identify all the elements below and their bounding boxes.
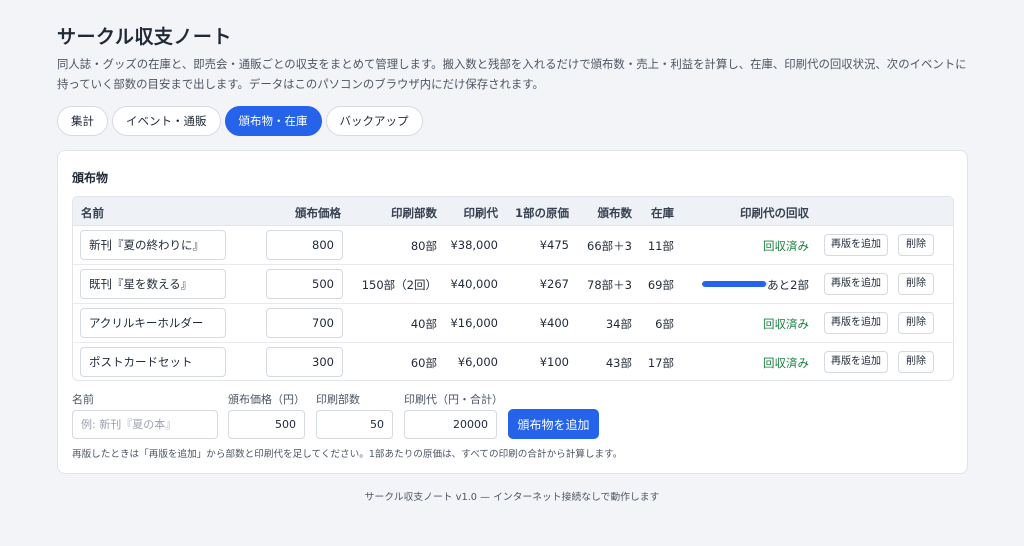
new-printed-label: 印刷部数 bbox=[316, 393, 360, 406]
print-cost: ¥38,000 bbox=[450, 238, 498, 252]
item-name-field[interactable]: アクリルキーホルダー bbox=[80, 308, 226, 338]
recovery-status: あと2部 bbox=[767, 278, 809, 292]
app-title: サークル収支ノート bbox=[57, 26, 232, 48]
table-row: 既刊『星を数える』 150部（2回） ¥40,000 ¥267 78部＋3 69… bbox=[73, 265, 953, 304]
delete-button[interactable]: 削除 bbox=[898, 234, 934, 256]
unit-cost: ¥400 bbox=[539, 316, 569, 330]
header-name: 名前 bbox=[81, 206, 104, 220]
delete-button[interactable]: 削除 bbox=[898, 312, 934, 334]
new-name-label: 名前 bbox=[72, 393, 94, 406]
tab-items-stock[interactable]: 頒布物・在庫 bbox=[224, 106, 322, 136]
new-print-cost-label: 印刷代（円・合計） bbox=[404, 393, 503, 406]
recovery-status: 回収済み bbox=[763, 239, 809, 253]
header-printed: 印刷部数 bbox=[391, 206, 437, 220]
item-price-field[interactable] bbox=[266, 230, 343, 260]
tab-events[interactable]: イベント・通販 bbox=[112, 106, 221, 136]
new-name-input[interactable] bbox=[72, 410, 218, 439]
new-price-input[interactable] bbox=[228, 410, 305, 439]
new-print-cost-input[interactable] bbox=[404, 410, 497, 439]
printed-count: 40部 bbox=[410, 317, 437, 331]
printed-count: 150部（2回） bbox=[361, 278, 437, 292]
section-title: 頒布物 bbox=[72, 171, 109, 185]
item-name-field[interactable]: ポストカードセット bbox=[80, 347, 226, 377]
items-table: 名前 頒布価格 印刷部数 印刷代 1部の原価 頒布数 在庫 印刷代の回収 新刊『… bbox=[72, 196, 954, 381]
unit-cost: ¥475 bbox=[539, 238, 569, 252]
printed-count: 80部 bbox=[410, 239, 437, 253]
delete-button[interactable]: 削除 bbox=[898, 273, 934, 295]
distributed-count: 43部 bbox=[605, 356, 632, 370]
item-name-field[interactable]: 既刊『星を数える』 bbox=[80, 269, 226, 299]
stock-count: 6部 bbox=[655, 317, 674, 331]
table-header: 名前 頒布価格 印刷部数 印刷代 1部の原価 頒布数 在庫 印刷代の回収 bbox=[73, 197, 953, 226]
table-row: ポストカードセット 60部 ¥6,000 ¥100 43部 17部 回収済み 再… bbox=[73, 343, 953, 380]
item-price-field[interactable] bbox=[266, 269, 343, 299]
recovery-progress-bar bbox=[702, 281, 768, 287]
tab-summary[interactable]: 集計 bbox=[57, 106, 108, 136]
distributed-count: 66部＋3 bbox=[587, 239, 632, 253]
distributed-count: 34部 bbox=[605, 317, 632, 331]
unit-cost: ¥267 bbox=[539, 277, 569, 291]
new-printed-input[interactable] bbox=[316, 410, 393, 439]
recovery-progress-fill bbox=[702, 281, 767, 287]
add-reprint-button[interactable]: 再版を追加 bbox=[824, 273, 888, 295]
footer: サークル収支ノート v1.0 — インターネット接続なしで動作します bbox=[364, 492, 660, 503]
reprint-note: 再版したときは「再版を追加」から部数と印刷代を足してください。1部あたりの原価は… bbox=[72, 449, 623, 460]
items-card: 頒布物 名前 頒布価格 印刷部数 印刷代 1部の原価 頒布数 在庫 印刷代の回収… bbox=[57, 150, 968, 474]
distributed-count: 78部＋3 bbox=[587, 278, 632, 292]
tab-bar: 集計 イベント・通販 頒布物・在庫 バックアップ bbox=[57, 106, 423, 136]
add-reprint-button[interactable]: 再版を追加 bbox=[824, 351, 888, 373]
header-distributed: 頒布数 bbox=[597, 206, 633, 220]
header-recovery: 印刷代の回収 bbox=[740, 206, 809, 220]
add-reprint-button[interactable]: 再版を追加 bbox=[824, 234, 888, 256]
printed-count: 60部 bbox=[410, 356, 437, 370]
stock-count: 17部 bbox=[647, 356, 674, 370]
recovery-status: 回収済み bbox=[763, 356, 809, 370]
table-row: アクリルキーホルダー 40部 ¥16,000 ¥400 34部 6部 回収済み … bbox=[73, 304, 953, 343]
new-price-label: 頒布価格（円） bbox=[228, 393, 305, 406]
add-reprint-button[interactable]: 再版を追加 bbox=[824, 312, 888, 334]
print-cost: ¥6,000 bbox=[457, 355, 498, 369]
add-item-button[interactable]: 頒布物を追加 bbox=[508, 409, 599, 439]
unit-cost: ¥100 bbox=[539, 355, 569, 369]
item-price-field[interactable] bbox=[266, 347, 343, 377]
table-row: 新刊『夏の終わりに』 80部 ¥38,000 ¥475 66部＋3 11部 回収… bbox=[73, 226, 953, 265]
header-unit-cost: 1部の原価 bbox=[514, 206, 569, 220]
app-description: 同人誌・グッズの在庫と、即売会・通販ごとの収支をまとめて管理します。搬入数と残部… bbox=[57, 57, 967, 91]
header-print-cost: 印刷代 bbox=[463, 206, 499, 220]
recovery-status: 回収済み bbox=[763, 317, 809, 331]
header-price: 頒布価格 bbox=[295, 206, 341, 220]
delete-button[interactable]: 削除 bbox=[898, 351, 934, 373]
header-stock: 在庫 bbox=[651, 206, 674, 220]
item-name-field[interactable]: 新刊『夏の終わりに』 bbox=[80, 230, 226, 260]
tab-backup[interactable]: バックアップ bbox=[325, 106, 423, 136]
item-price-field[interactable] bbox=[266, 308, 343, 338]
print-cost: ¥16,000 bbox=[450, 316, 498, 330]
print-cost: ¥40,000 bbox=[450, 277, 498, 291]
stock-count: 11部 bbox=[647, 239, 674, 253]
stock-count: 69部 bbox=[647, 278, 674, 292]
